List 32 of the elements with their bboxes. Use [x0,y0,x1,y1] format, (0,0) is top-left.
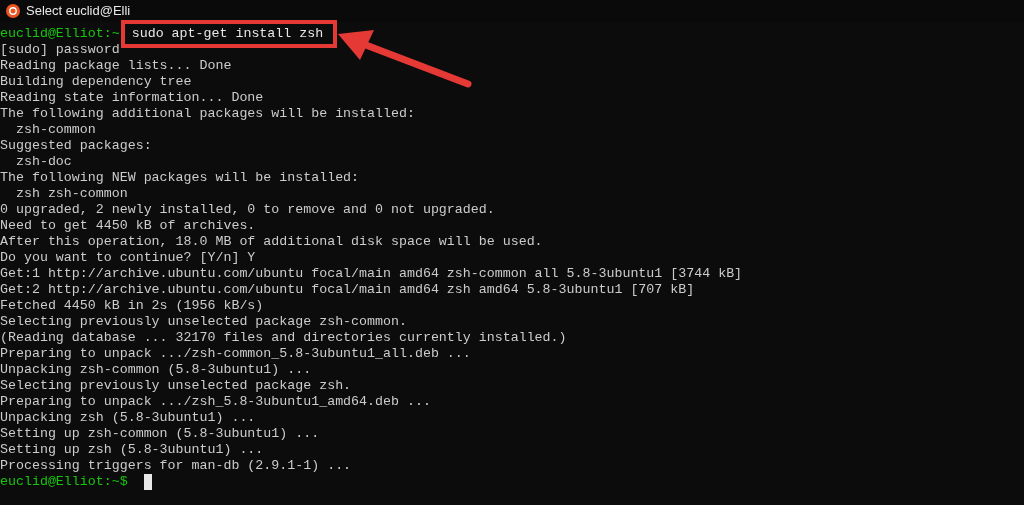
output-line: Selecting previously unselected package zsh-common. [0,314,407,330]
output-line: Get:1 http://archive.ubuntu.com/ubuntu focal/main amd64 zsh-common all 5.8-3ubuntu1 [3744 kB] [0,266,743,282]
ubuntu-icon [6,4,20,18]
output-line: Selecting previously unselected package zsh. [0,378,352,394]
highlighted-command: sudo apt-get install zsh [120,20,338,48]
output-line: Unpacking zsh-common (5.8-3ubuntu1) ... [0,362,312,378]
output-line: The following additional packages will be installed: [0,106,415,122]
prompt: euclid@Elliot:~ [0,26,120,42]
output-line: Fetched 4450 kB in 2s (1956 kB/s) [0,298,264,314]
output-line: Preparing to unpack .../zsh-common_5.8-3ubuntu1_all.deb ... [0,346,471,362]
output-line: 0 upgraded, 2 newly installed, 0 to remove and 0 not upgraded. [0,202,495,218]
output-line: Building dependency tree [0,74,192,90]
output-line: Reading state information... Done [0,90,264,106]
output-line: Preparing to unpack .../zsh_5.8-3ubuntu1_amd64.deb ... [0,394,431,410]
output-line: zsh zsh-common [14,186,128,202]
window-title: Select euclid@Elli [26,2,131,21]
output-line: Unpacking zsh (5.8-3ubuntu1) ... [0,410,256,426]
output-line: Need to get 4450 kB of archives. [0,218,256,234]
output-line: Suggested packages: [0,138,152,154]
prompt: euclid@Elliot:~$ [0,474,128,490]
output-line: zsh-doc [14,154,72,170]
output-line: Reading package lists... Done [0,58,232,74]
output-line: The following NEW packages will be installed: [0,170,360,186]
output-line: Get:2 http://archive.ubuntu.com/ubuntu focal/main amd64 zsh amd64 5.8-3ubuntu1 [707 kB] [0,282,695,298]
output-line: Do you want to continue? [Y/n] Y [0,250,256,266]
output-line: (Reading database ... 32170 files and directories currently installed.) [0,330,567,346]
output-line: Setting up zsh-common (5.8-3ubuntu1) ... [0,426,320,442]
output-line: zsh-common [14,122,96,138]
output-line: After this operation, 18.0 MB of additional disk space will be used. [0,234,543,250]
output-line: Setting up zsh (5.8-3ubuntu1) ... [0,442,264,458]
output-line: [sudo] password [0,42,120,58]
output-line: Processing triggers for man-db (2.9.1-1) ... [0,458,352,474]
